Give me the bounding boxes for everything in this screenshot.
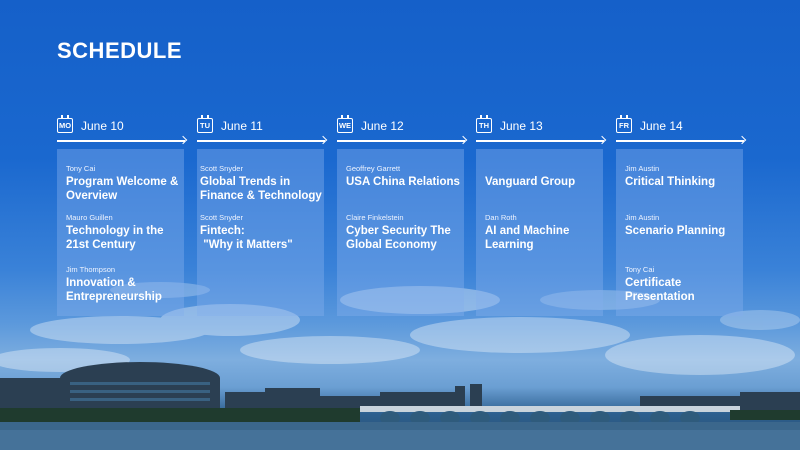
session-topic: AI and Machine Learning: [485, 225, 570, 251]
day-header-wednesday: WE June 12: [337, 115, 465, 142]
day-header-thursday: TH June 13: [476, 115, 604, 142]
session-item: Tony Cai Program Welcome & Overview: [66, 164, 180, 203]
calendar-icon: FR: [616, 115, 632, 133]
day-date: June 11: [221, 119, 263, 133]
session-topic: Fintech: "Why it Matters": [200, 225, 293, 251]
day-date: June 13: [500, 119, 543, 133]
session-topic: Global Trends in Finance & Technology: [200, 176, 322, 202]
calendar-icon: MO: [57, 115, 73, 133]
day-date: June 12: [361, 119, 404, 133]
speaker-name: Claire Finkelstein: [346, 213, 404, 222]
day-header-monday: MO June 10: [57, 115, 185, 142]
session-item: Scott Snyder Fintech: "Why it Matters": [200, 213, 320, 252]
arrow-divider: [337, 140, 465, 142]
schedule-card-wednesday: Geoffrey Garrett USA China Relations Cla…: [337, 149, 464, 316]
session-topic: USA China Relations: [346, 176, 460, 188]
speaker-name: Jim Thompson: [66, 265, 116, 274]
speaker-name: Scott Snyder: [200, 213, 243, 222]
session-topic: Technology in the 21st Century: [66, 225, 164, 251]
calendar-icon: TH: [476, 115, 492, 133]
session-item: Jim Austin Scenario Planning: [625, 213, 739, 238]
schedule-card-monday: Tony Cai Program Welcome & Overview Mauro…: [57, 149, 184, 316]
session-topic: Cyber Security The Global Economy: [346, 225, 451, 251]
schedule-card-tuesday: Scott Snyder Global Trends in Finance & T…: [197, 149, 324, 316]
session-item: Claire Finkelstein Cyber Security The Glo…: [346, 213, 460, 252]
schedule-card-friday: Jim Austin Critical Thinking Jim Austin …: [616, 149, 743, 316]
speaker-name: Tony Cai: [625, 265, 655, 274]
arrow-divider: [197, 140, 325, 142]
arrow-divider: [616, 140, 744, 142]
session-item: Jim Austin Critical Thinking: [625, 164, 739, 189]
calendar-icon: WE: [337, 115, 353, 133]
day-header-tuesday: TU June 11: [197, 115, 325, 142]
session-topic: Vanguard Group: [485, 176, 576, 188]
session-item: Scott Snyder Global Trends in Finance & T…: [200, 164, 322, 203]
speaker-name: Geoffrey Garrett: [346, 164, 401, 173]
day-date: June 14: [640, 119, 683, 133]
speaker-name: Tony Cai: [66, 164, 96, 173]
speaker-name: Dan Roth: [485, 213, 517, 222]
arrow-divider: [57, 140, 185, 142]
speaker-name: Jim Austin: [625, 213, 660, 222]
speaker-name: [485, 164, 599, 173]
session-topic: Scenario Planning: [625, 225, 726, 237]
arrow-divider: [476, 140, 604, 142]
session-item: Dan Roth AI and Machine Learning: [485, 213, 599, 252]
session-item: Geoffrey Garrett USA China Relations: [346, 164, 460, 189]
session-topic: Program Welcome & Overview: [66, 176, 179, 202]
calendar-icon: TU: [197, 115, 213, 133]
speaker-name: Jim Austin: [625, 164, 660, 173]
session-item: Mauro Guillen Technology in the 21st Cent…: [66, 213, 180, 252]
schedule-card-thursday: Vanguard Group Dan Roth AI and Machine Le…: [476, 149, 603, 316]
session-item: Jim Thompson Innovation & Entrepreneurshi…: [66, 265, 180, 304]
session-topic: Critical Thinking: [625, 176, 716, 188]
speaker-name: Scott Snyder: [200, 164, 243, 173]
page-title: SCHEDULE: [57, 38, 183, 63]
speaker-name: Mauro Guillen: [66, 213, 113, 222]
day-header-friday: FR June 14: [616, 115, 744, 142]
session-item: Tony Cai Certificate Presentation: [625, 265, 739, 304]
day-date: June 10: [81, 119, 124, 133]
session-topic: Certificate Presentation: [625, 277, 695, 303]
session-topic: Innovation & Entrepreneurship: [66, 277, 162, 303]
session-item: Vanguard Group: [485, 164, 599, 189]
